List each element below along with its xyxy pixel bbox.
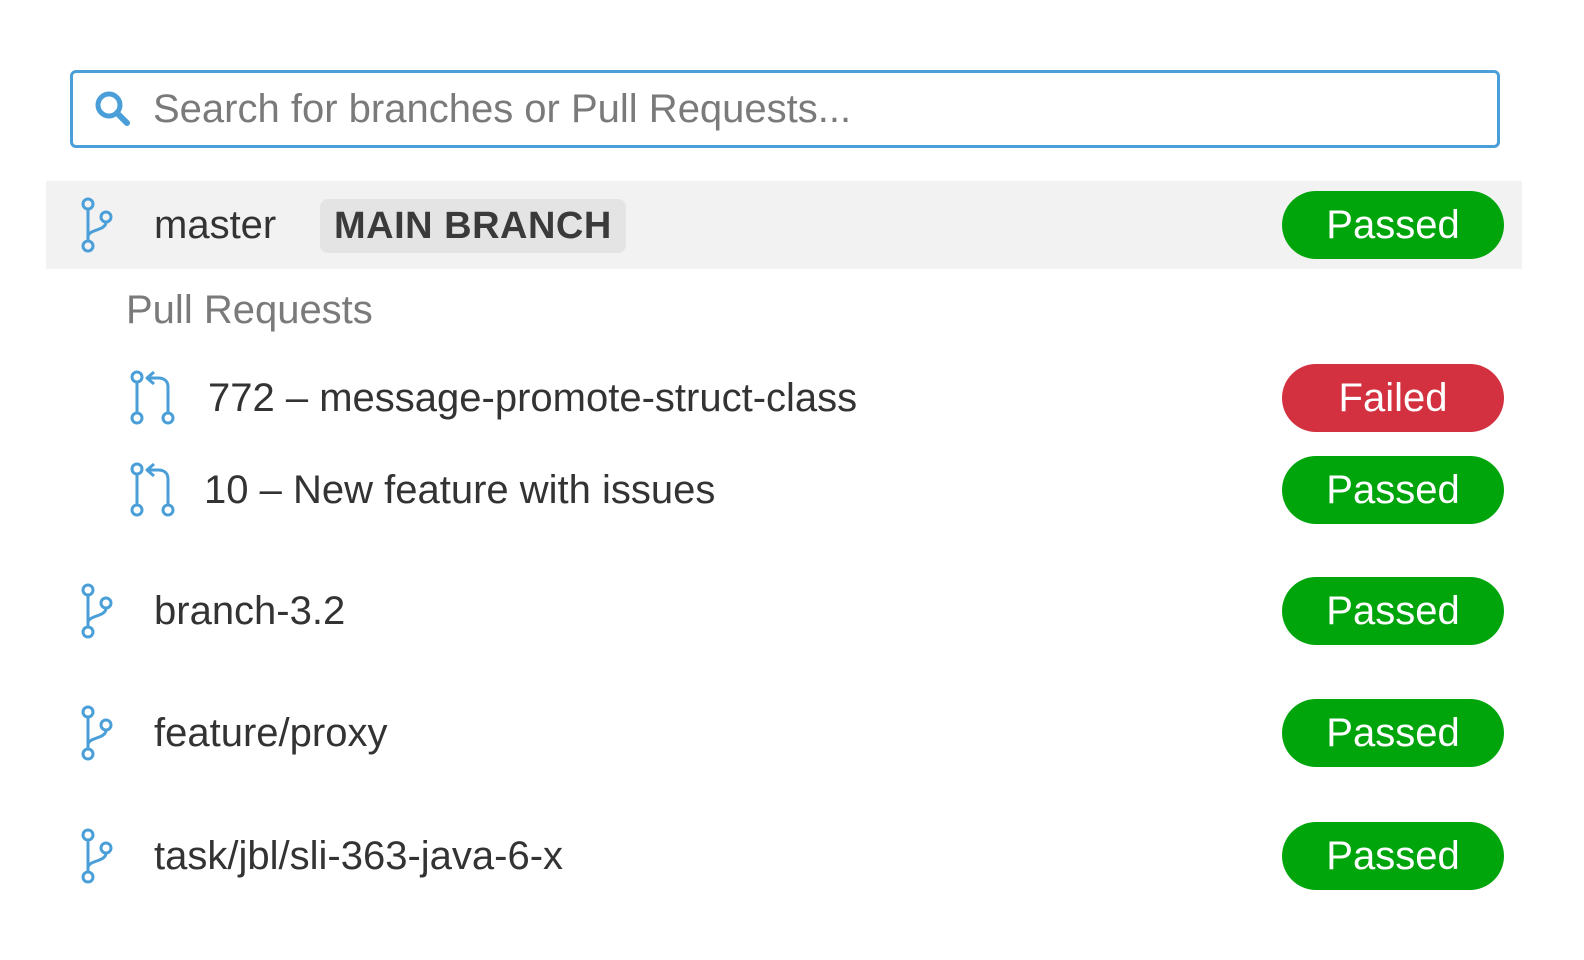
search-icon — [91, 87, 135, 131]
git-branch-icon — [81, 828, 113, 884]
git-branch-icon — [81, 197, 113, 253]
branch-name: master — [154, 202, 277, 247]
status-badge: Passed — [1282, 699, 1504, 767]
git-pull-request-icon — [130, 462, 175, 517]
pull-request-row[interactable]: 772 – message-promote-struct-class Faile… — [46, 354, 1522, 442]
branch-name: feature/proxy — [154, 710, 388, 755]
main-branch-badge: MAIN BRANCH — [320, 199, 626, 253]
status-badge: Passed — [1282, 191, 1504, 259]
branch-row[interactable]: task/jbl/sli-363-java-6-x Passed — [46, 812, 1522, 900]
branch-name: task/jbl/sli-363-java-6-x — [154, 833, 564, 878]
git-branch-icon — [81, 583, 113, 639]
status-badge: Passed — [1282, 822, 1504, 890]
status-badge: Passed — [1282, 577, 1504, 645]
pull-request-label: 10 – New feature with issues — [204, 467, 716, 512]
status-badge: Passed — [1282, 456, 1504, 524]
status-badge: Failed — [1282, 364, 1504, 432]
branch-row-master[interactable]: master MAIN BRANCH Passed — [46, 181, 1522, 269]
search-input[interactable] — [153, 79, 1497, 139]
search-box[interactable] — [70, 70, 1500, 148]
pull-requests-header: Pull Requests — [126, 288, 373, 332]
pull-request-label: 772 – message-promote-struct-class — [208, 375, 858, 420]
git-pull-request-icon — [130, 370, 175, 425]
branch-row[interactable]: feature/proxy Passed — [46, 689, 1522, 777]
branch-name: branch-3.2 — [154, 588, 346, 633]
git-branch-icon — [81, 705, 113, 761]
branch-row[interactable]: branch-3.2 Passed — [46, 567, 1522, 655]
pull-request-row[interactable]: 10 – New feature with issues Passed — [46, 446, 1522, 534]
